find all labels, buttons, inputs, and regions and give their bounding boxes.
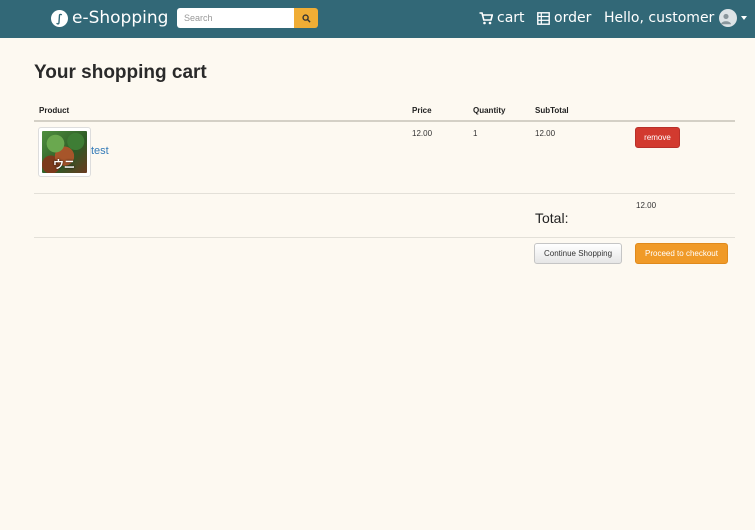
nav-order-link[interactable]: order xyxy=(537,9,591,27)
cart-icon xyxy=(479,11,493,24)
total-divider xyxy=(34,237,735,238)
list-icon xyxy=(537,11,550,25)
column-header-subtotal: SubTotal xyxy=(535,106,569,115)
column-header-quantity: Quantity xyxy=(473,106,506,115)
product-image-text: ウニ xyxy=(53,158,75,171)
product-image: ウニ xyxy=(42,131,87,173)
product-name-link[interactable]: test xyxy=(91,145,109,157)
page-title: Your shopping cart xyxy=(34,62,207,83)
row-divider xyxy=(34,193,735,194)
top-navbar: ∫ e-Shopping cart order Hello, customer xyxy=(0,0,755,38)
table-header-divider xyxy=(34,120,735,122)
brand-name: e-Shopping xyxy=(72,8,169,28)
search-icon xyxy=(301,13,311,23)
nav-order-label: order xyxy=(554,10,592,26)
product-thumbnail[interactable]: ウニ xyxy=(38,127,91,177)
feather-icon: ∫ xyxy=(51,9,68,27)
product-price: 12.00 xyxy=(412,129,433,138)
remove-button[interactable]: remove xyxy=(635,127,680,148)
search-input[interactable] xyxy=(177,8,295,28)
nav-cart-link[interactable]: cart xyxy=(479,9,525,27)
nav-cart-label: cart xyxy=(497,10,525,26)
product-subtotal: 12.00 xyxy=(535,129,556,138)
total-label: Total: xyxy=(535,210,569,226)
user-greeting: Hello, customer xyxy=(604,10,715,26)
column-header-product: Product xyxy=(39,106,70,115)
proceed-to-checkout-button[interactable]: Proceed to checkout xyxy=(635,243,728,264)
continue-shopping-button[interactable]: Continue Shopping xyxy=(534,243,622,264)
user-menu[interactable]: Hello, customer xyxy=(604,9,748,27)
avatar-icon xyxy=(719,9,738,27)
column-header-price: Price xyxy=(412,106,432,115)
search-button[interactable] xyxy=(294,8,318,28)
total-value: 12.00 xyxy=(636,201,657,210)
product-quantity: 1 xyxy=(473,129,478,138)
brand-link[interactable]: ∫ e-Shopping xyxy=(51,7,168,29)
caret-down-icon xyxy=(741,16,748,20)
